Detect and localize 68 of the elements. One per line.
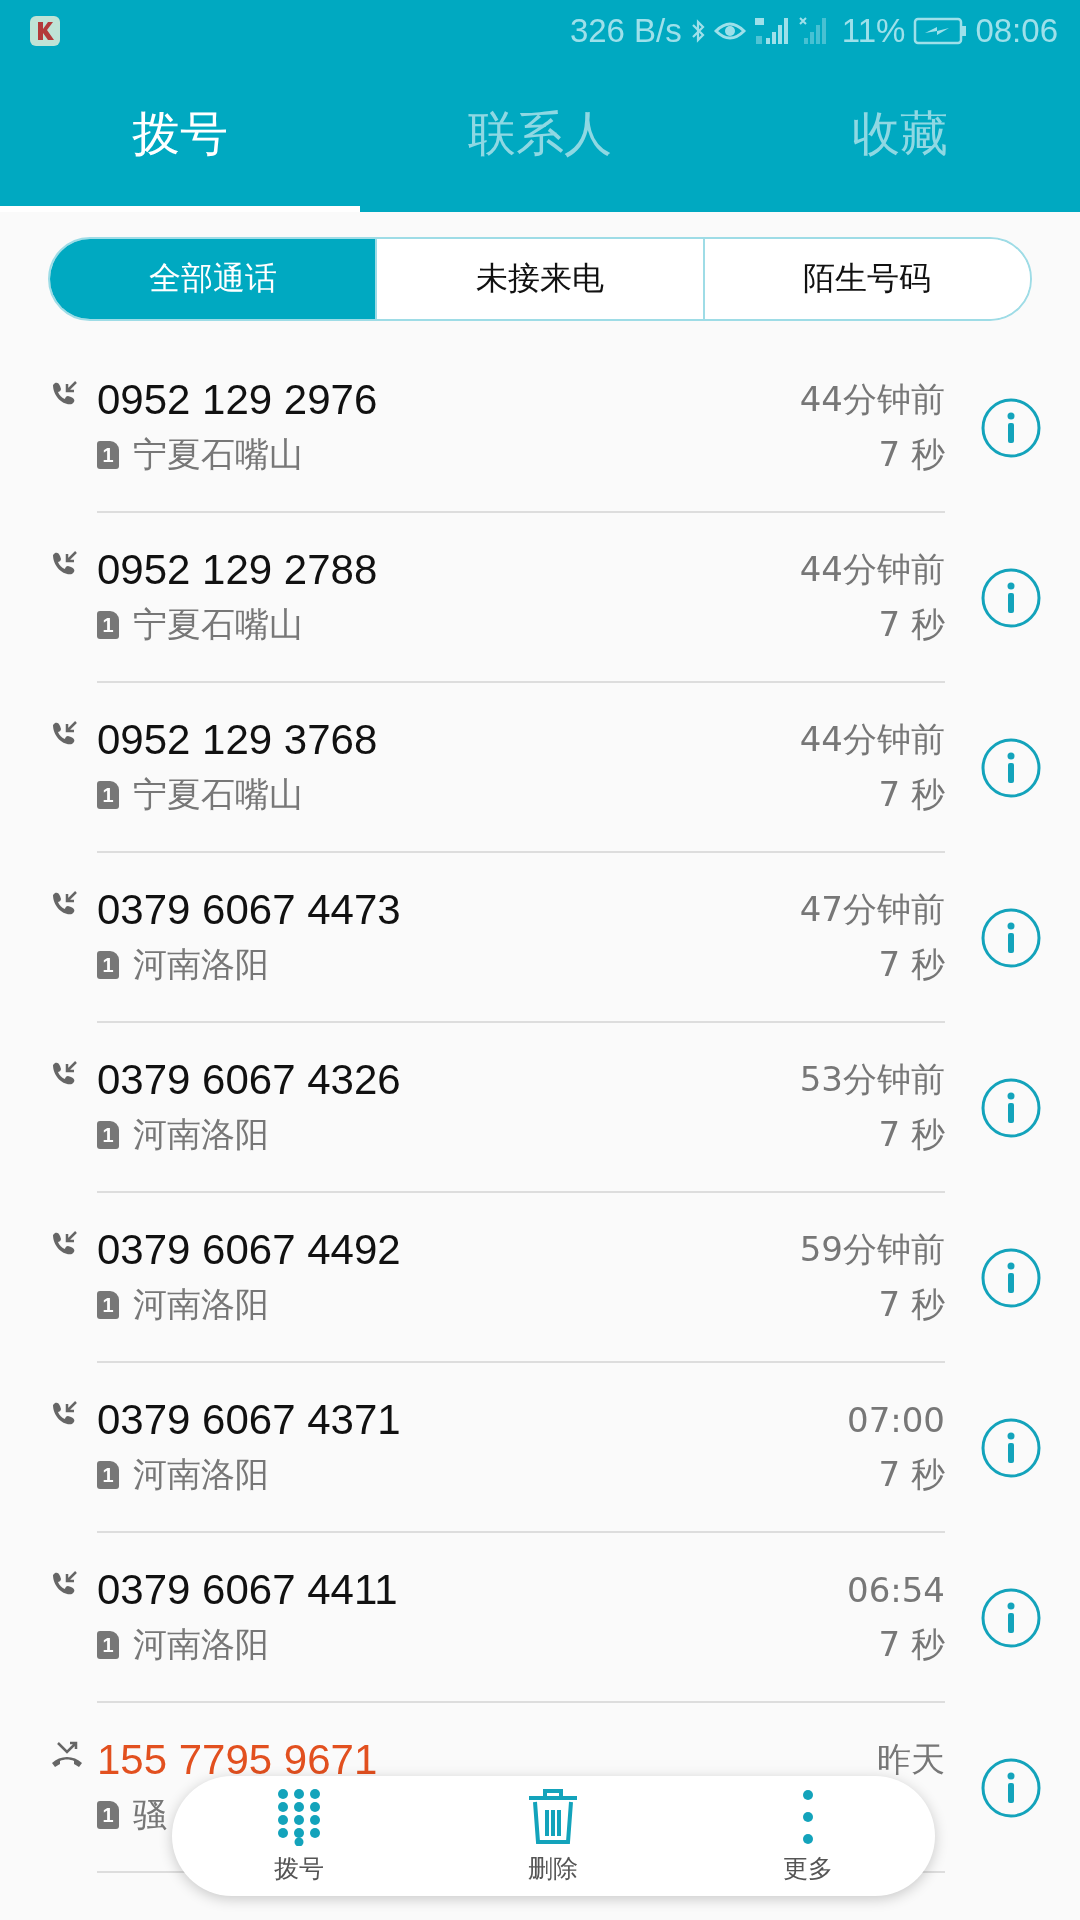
- action-button[interactable]: 删除: [473, 1787, 634, 1885]
- call-time: 昨天: [877, 1738, 945, 1781]
- call-duration: 7 秒: [878, 773, 945, 816]
- info-icon[interactable]: [980, 397, 1042, 459]
- eye-icon: [713, 19, 746, 43]
- call-duration: 7 秒: [878, 433, 945, 476]
- call-duration: 7 秒: [878, 1283, 945, 1326]
- call-duration: 7 秒: [878, 603, 945, 646]
- call-location: 宁夏石嘴山: [133, 773, 303, 816]
- phone-number: 0379 6067 4473: [97, 886, 402, 934]
- call-duration: 7 秒: [878, 1453, 945, 1496]
- call-time: 06:54: [847, 1570, 945, 1610]
- call-duration: 7 秒: [878, 1113, 945, 1156]
- call-time: 44分钟前: [799, 718, 945, 761]
- sim-badge: 1: [97, 1121, 119, 1149]
- phone-number: 155 7795 9671: [97, 1736, 379, 1784]
- call-location: 河南洛阳: [133, 943, 269, 986]
- call-time: 59分钟前: [799, 1228, 945, 1271]
- action-button[interactable]: 拨号: [219, 1787, 380, 1885]
- phone-number: 0952 129 2788: [97, 546, 379, 594]
- battery-percent: 11%: [841, 12, 906, 50]
- info-icon[interactable]: [980, 1417, 1042, 1479]
- call-location: 河南洛阳: [133, 1453, 269, 1496]
- info-icon[interactable]: [980, 907, 1042, 969]
- battery-charging-icon: [913, 17, 968, 45]
- phone-number: 0379 6067 4492: [97, 1226, 402, 1274]
- call-location: 河南洛阳: [133, 1623, 269, 1666]
- phone-number: 0379 6067 4326: [97, 1056, 402, 1104]
- phone-number: 0379 6067 4411: [97, 1566, 399, 1614]
- clock: 08:06: [975, 12, 1058, 50]
- call-time: 53分钟前: [799, 1058, 945, 1101]
- sim-badge: 1: [97, 441, 119, 469]
- phone-number: 0952 129 2976: [97, 376, 379, 424]
- sim-badge: 1: [97, 781, 119, 809]
- call-duration: 7 秒: [878, 1623, 945, 1666]
- call-location: 河南洛阳: [133, 1283, 269, 1326]
- call-duration: 7 秒: [878, 943, 945, 986]
- signal-icon: [753, 16, 790, 46]
- call-location: 宁夏石嘴山: [133, 433, 303, 476]
- sim-badge: 1: [97, 1631, 119, 1659]
- call-location: 宁夏石嘴山: [133, 603, 303, 646]
- sim-badge: 1: [97, 1291, 119, 1319]
- info-icon[interactable]: [980, 1587, 1042, 1649]
- info-icon[interactable]: [980, 1757, 1042, 1819]
- call-time: 44分钟前: [799, 378, 945, 421]
- call-time: 47分钟前: [799, 888, 945, 931]
- info-icon[interactable]: [980, 737, 1042, 799]
- call-time: 07:00: [847, 1400, 945, 1440]
- action-button[interactable]: 更多: [727, 1787, 888, 1885]
- info-icon[interactable]: [980, 1077, 1042, 1139]
- network-speed: 326 B/s: [569, 12, 682, 50]
- call-location: 河南洛阳: [133, 1113, 269, 1156]
- sim-badge: 1: [97, 1461, 119, 1489]
- info-icon[interactable]: [980, 1247, 1042, 1309]
- filter-tab[interactable]: 未接来电: [375, 239, 703, 319]
- phone-number: 0952 129 3768: [97, 716, 379, 764]
- app-icon: [30, 16, 60, 46]
- missed-call-icon: [50, 1739, 84, 1769]
- sim-badge: 1: [97, 611, 119, 639]
- call-time: 44分钟前: [799, 548, 945, 591]
- more-icon: [800, 1787, 815, 1846]
- sim-badge: 1: [97, 951, 119, 979]
- sim-badge: 1: [97, 1801, 119, 1829]
- info-icon[interactable]: [980, 567, 1042, 629]
- bluetooth-icon: [689, 17, 706, 45]
- call-location: 骚: [133, 1793, 167, 1836]
- phone-number: 0379 6067 4371: [97, 1396, 402, 1444]
- filter-tab[interactable]: 陌生号码: [702, 239, 1030, 319]
